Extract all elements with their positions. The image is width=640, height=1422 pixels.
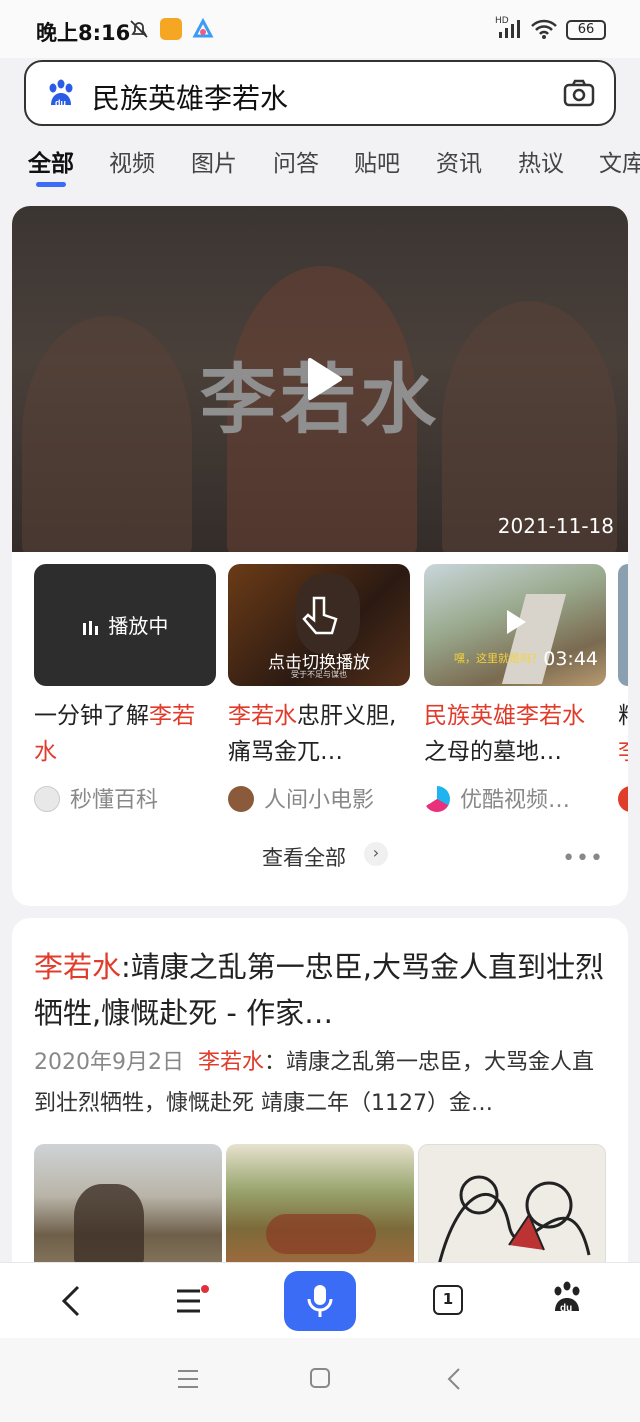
tab-video[interactable]: 视频 xyxy=(109,144,155,178)
baidu-paw-icon: du xyxy=(49,79,73,108)
tap-hand-icon xyxy=(302,596,338,635)
system-navigation-bar xyxy=(0,1338,640,1422)
title-highlight: 李若水 xyxy=(228,703,297,729)
chevron-right-icon: › xyxy=(364,842,388,866)
svg-text:du: du xyxy=(560,1303,572,1314)
tab-wenku[interactable]: 文库 xyxy=(599,144,640,178)
equalizer-icon xyxy=(83,620,98,635)
image-sketch xyxy=(437,1175,591,1266)
playing-label: 播放中 xyxy=(108,614,169,638)
home-icon[interactable] xyxy=(308,1366,332,1390)
voice-search-button[interactable] xyxy=(284,1271,356,1331)
status-time: 晚上8:16 xyxy=(36,21,131,45)
article-result-card[interactable]: 李若水:靖康之乱第一忠臣,大骂金人直到壮烈牺牲,慷慨赴死 - 作家… 2020年… xyxy=(12,918,628,1278)
tab-news[interactable]: 资讯 xyxy=(436,144,482,178)
mute-bell-icon xyxy=(130,20,148,38)
source-name: 优酷视频… xyxy=(460,788,571,813)
video-duration: 03:44 xyxy=(543,648,598,670)
more-options-icon[interactable]: ••• xyxy=(562,846,604,871)
youku-logo-icon xyxy=(424,786,450,812)
video-thumb-2[interactable]: 点击切换播放 受于不足与谋也 xyxy=(228,564,410,686)
tab-all[interactable]: 全部 xyxy=(28,144,74,178)
article-image-2[interactable] xyxy=(226,1144,414,1274)
category-tabs: 全部 视频 图片 问答 贴吧 资讯 热议 文库 xyxy=(0,138,640,194)
title-highlight: 李若水 xyxy=(34,950,122,984)
source-name: 秒懂百科 xyxy=(70,788,159,813)
system-back-icon[interactable] xyxy=(444,1366,464,1392)
source-avatar xyxy=(618,786,628,812)
status-bar: 晚上8:16 HD 66 xyxy=(0,0,640,58)
notes-app-icon xyxy=(160,18,182,40)
video-player[interactable]: 李若水 2021-11-18 xyxy=(12,206,628,552)
menu-icon[interactable] xyxy=(174,1285,210,1317)
article-date: 2020年9月2日 xyxy=(34,1050,184,1075)
search-box[interactable]: du 民族英雄李若水 xyxy=(24,60,616,126)
video-thumb-1[interactable]: 播放中 xyxy=(34,564,216,686)
video-thumb-3[interactable]: 嘿，这里就是吗？ 03:44 xyxy=(424,564,606,686)
tab-images[interactable]: 图片 xyxy=(191,144,237,178)
search-query[interactable]: 民族英雄李若水 xyxy=(92,77,288,117)
tab-count: 1 xyxy=(442,1290,454,1308)
wifi-icon xyxy=(531,19,557,39)
back-icon[interactable] xyxy=(58,1283,86,1319)
source-avatar xyxy=(228,786,254,812)
battery-indicator: 66 xyxy=(566,20,606,40)
article-snippet: 2020年9月2日 李若水：靖康之乱第一忠臣，大骂金人直到壮烈牺牲，慷慨赴死 靖… xyxy=(34,1042,614,1124)
playing-badge: 播放中 xyxy=(82,610,168,639)
play-icon-small xyxy=(507,610,526,634)
video-date: 2021-11-18 xyxy=(497,514,614,538)
video-title-1[interactable]: 一分钟了解李若水 xyxy=(34,698,214,770)
source-avatar xyxy=(34,786,60,812)
article-image-1[interactable] xyxy=(34,1144,222,1274)
title-text: 之母的墓地… xyxy=(424,739,562,765)
see-all-label: 查看全部 xyxy=(262,846,346,870)
thumb-subtitle: 受于不足与谋也 xyxy=(291,670,347,679)
bottom-toolbar: 1 du xyxy=(0,1262,640,1338)
active-tab-indicator xyxy=(36,182,66,187)
video-title-3[interactable]: 民族英雄李若水之母的墓地… xyxy=(424,698,604,770)
video-results-card: 李若水 2021-11-18 播放中 点击切换播放 受于不足与谋也 嘿，这里就是… xyxy=(12,206,628,906)
baidu-home-icon[interactable]: du xyxy=(550,1281,584,1317)
video-title-4-partial[interactable]: 粮李 xyxy=(618,698,628,770)
play-icon[interactable] xyxy=(304,356,344,402)
video-thumb-4-partial[interactable] xyxy=(618,564,628,686)
microphone-icon xyxy=(307,1285,333,1317)
source-name: 人间小电影 xyxy=(264,788,375,813)
video-title-2[interactable]: 李若水忠肝义胆,痛骂金兀… xyxy=(228,698,408,770)
tab-discussion[interactable]: 热议 xyxy=(518,144,564,178)
battery-level: 66 xyxy=(577,22,595,37)
camera-icon[interactable] xyxy=(562,78,596,110)
thumb-caption: 嘿，这里就是吗？ xyxy=(454,652,542,665)
tabs-count-button[interactable]: 1 xyxy=(433,1285,463,1315)
svg-text:du: du xyxy=(55,98,66,108)
signal-icon xyxy=(499,20,520,38)
tab-tieba[interactable]: 贴吧 xyxy=(354,144,400,178)
title-text: 一分钟了解 xyxy=(34,703,149,729)
app-logo-icon xyxy=(192,18,214,38)
image-figure xyxy=(266,1214,376,1254)
see-all-videos-button[interactable]: 查看全部 › xyxy=(262,842,388,872)
article-image-3[interactable] xyxy=(418,1144,606,1274)
image-figure xyxy=(74,1184,144,1264)
snippet-highlight: 李若水 xyxy=(197,1050,264,1075)
title-highlight: 民族英雄李若水 xyxy=(424,703,585,729)
tab-qa[interactable]: 问答 xyxy=(273,144,319,178)
recent-apps-icon[interactable] xyxy=(176,1368,200,1390)
article-title[interactable]: 李若水:靖康之乱第一忠臣,大骂金人直到壮烈牺牲,慷慨赴死 - 作家… xyxy=(34,944,614,1036)
